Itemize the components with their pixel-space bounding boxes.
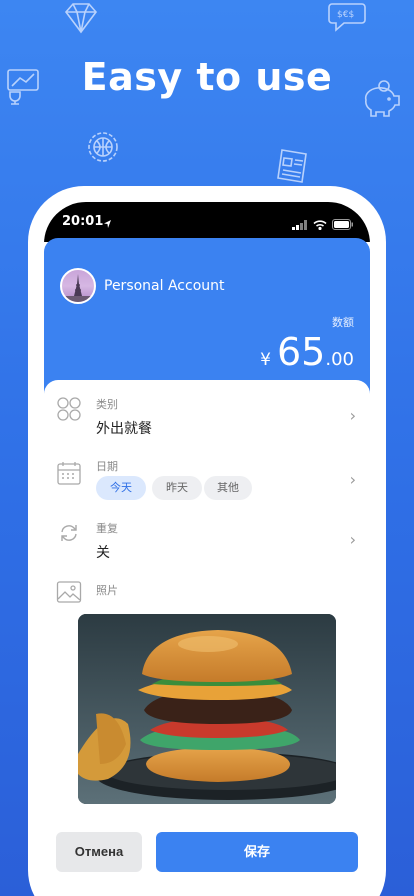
currency-bubble-icon: $€$ xyxy=(326,0,368,34)
wifi-icon xyxy=(313,215,327,234)
newspaper-icon xyxy=(274,146,312,186)
photo-label: 照片 xyxy=(96,584,118,597)
notch xyxy=(120,202,294,228)
category-grid-icon xyxy=(56,396,82,422)
repeat-row[interactable]: 重复 关 › xyxy=(44,508,370,570)
diamond-icon xyxy=(62,2,100,34)
amount-integer: 65 xyxy=(277,330,326,374)
app-screen: 20:01 Personal Account 数额 ¥ 65 .00 类别 外出… xyxy=(44,202,370,896)
repeat-value: 关 xyxy=(96,545,110,561)
trophy-chart-icon xyxy=(2,66,42,106)
account-header: Personal Account 数额 ¥ 65 .00 xyxy=(44,238,370,398)
cancel-button[interactable]: Отмена xyxy=(56,832,142,872)
chevron-right-icon: › xyxy=(349,406,356,425)
category-label: 类别 xyxy=(96,398,118,411)
chevron-right-icon[interactable]: › xyxy=(350,470,356,489)
piggy-bank-icon xyxy=(362,78,404,120)
status-bar: 20:01 xyxy=(44,202,370,242)
amount-decimal: .00 xyxy=(325,349,354,370)
chevron-right-icon: › xyxy=(349,530,356,549)
headline: Easy to use xyxy=(81,55,333,99)
battery-icon xyxy=(332,215,354,234)
currency-symbol: ¥ xyxy=(260,350,271,370)
chip-yesterday[interactable]: 昨天 xyxy=(152,476,202,500)
photo-row[interactable]: 照片 xyxy=(44,570,370,610)
save-button[interactable]: 保存 xyxy=(156,832,358,872)
date-row: 日期 今天 昨天 其他 › xyxy=(44,446,370,508)
amount-label: 数额 xyxy=(332,316,354,329)
amount-display[interactable]: ¥ 65 .00 xyxy=(260,330,354,374)
globe-gear-icon xyxy=(84,128,122,166)
repeat-label: 重复 xyxy=(96,522,118,535)
image-icon xyxy=(56,580,82,606)
navigation-arrow-icon xyxy=(103,214,112,233)
date-label: 日期 xyxy=(96,460,118,473)
calendar-icon xyxy=(56,460,82,486)
account-name[interactable]: Personal Account xyxy=(104,278,225,294)
category-value: 外出就餐 xyxy=(96,421,152,437)
status-time: 20:01 xyxy=(62,214,104,229)
chip-other[interactable]: 其他 xyxy=(204,476,252,500)
repeat-icon xyxy=(56,520,82,546)
avatar[interactable] xyxy=(60,268,96,304)
category-row[interactable]: 类别 外出就餐 › xyxy=(44,380,370,446)
photo-image[interactable] xyxy=(78,614,336,804)
signal-icon xyxy=(292,215,308,234)
chip-today[interactable]: 今天 xyxy=(96,476,146,500)
svg-text:$€$: $€$ xyxy=(337,10,354,20)
